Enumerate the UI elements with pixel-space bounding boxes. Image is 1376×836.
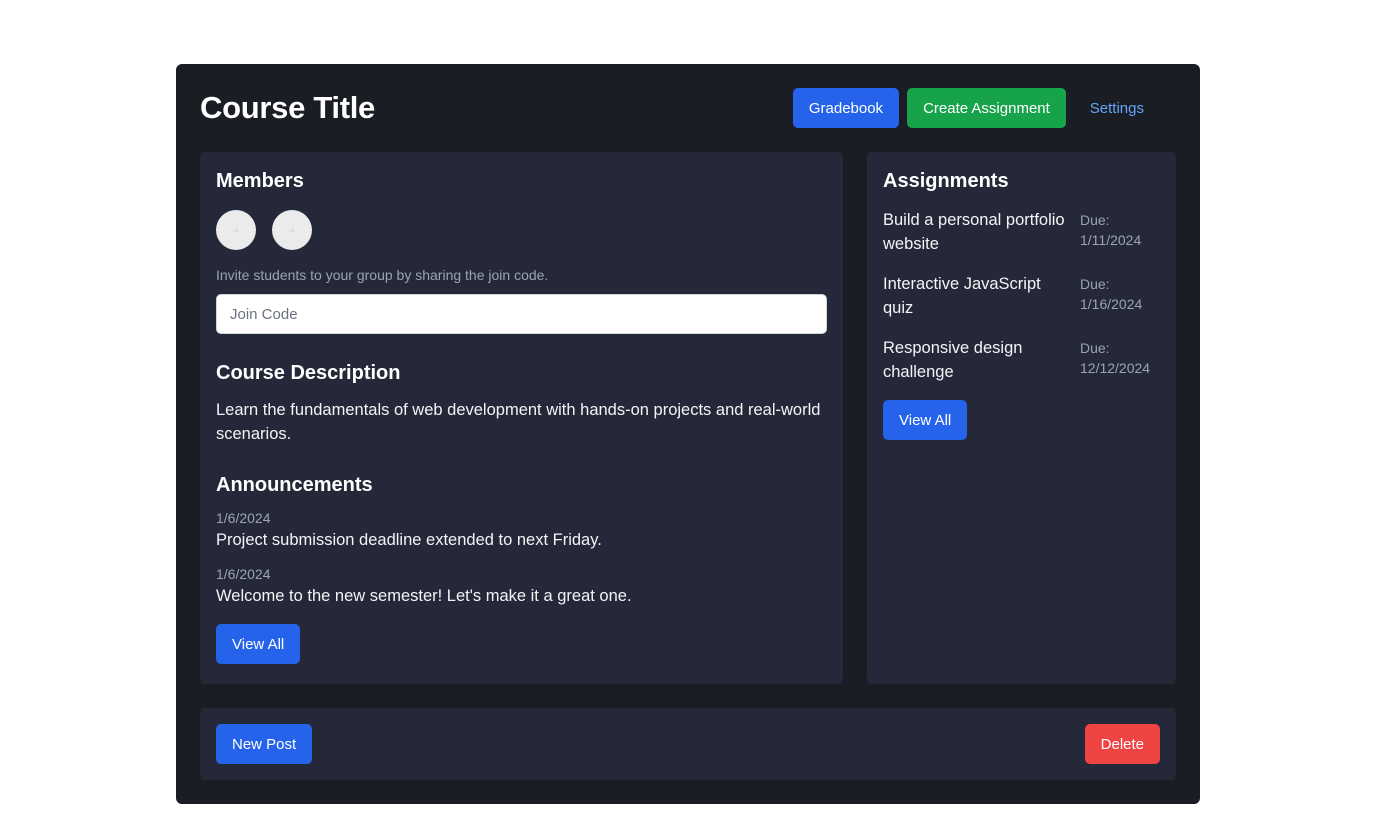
avatar-placeholder-icon (290, 228, 294, 232)
due-date: 1/11/2024 (1080, 232, 1142, 248)
page-title: Course Title (200, 90, 375, 125)
member-avatars (216, 210, 827, 250)
join-code-input[interactable] (216, 294, 827, 334)
avatar[interactable] (272, 210, 312, 250)
settings-link[interactable]: Settings (1074, 88, 1160, 128)
announcement-text: Welcome to the new semester! Let's make … (216, 587, 632, 605)
members-title: Members (216, 170, 304, 192)
assignments-title: Assignments (883, 170, 1009, 192)
header-actions: Gradebook Create Assignment Settings (792, 88, 1160, 128)
due-label: Due: (1080, 276, 1110, 292)
assignment-title[interactable]: Responsive design challenge (883, 336, 1075, 384)
announcement-item: 1/6/2024 Project submission deadline ext… (216, 508, 827, 552)
course-footer: New Post Delete (200, 708, 1176, 780)
assignment-due: Due: 1/11/2024 (1080, 210, 1160, 256)
new-post-button[interactable]: New Post (216, 724, 313, 764)
invite-hint: Invite students to your group by sharing… (216, 267, 549, 283)
announcement-date: 1/6/2024 (216, 566, 271, 582)
avatar[interactable] (216, 210, 256, 250)
create-assignment-button[interactable]: Create Assignment (907, 88, 1066, 128)
course-header: Course Title Gradebook Create Assignment… (200, 88, 1160, 128)
course-description-title: Course Description (216, 362, 401, 384)
due-date: 1/16/2024 (1080, 296, 1143, 312)
announcements-title: Announcements (216, 474, 373, 496)
avatar-placeholder-icon (234, 228, 238, 232)
due-label: Due: (1080, 212, 1110, 228)
announcement-date: 1/6/2024 (216, 510, 271, 526)
assignment-item[interactable]: Build a personal portfolio website Due: … (883, 208, 1160, 256)
assignment-title[interactable]: Build a personal portfolio website (883, 208, 1075, 256)
course-window: Course Title Gradebook Create Assignment… (176, 64, 1200, 804)
assignments-panel: Assignments Build a personal portfolio w… (867, 152, 1176, 684)
course-description-text: Learn the fundamentals of web developmen… (216, 401, 821, 443)
assignment-title[interactable]: Interactive JavaScript quiz (883, 272, 1075, 320)
due-date: 12/12/2024 (1080, 360, 1151, 376)
assignment-due: Due: 1/16/2024 (1080, 274, 1160, 320)
announcements-list: 1/6/2024 Project submission deadline ext… (216, 508, 827, 608)
gradebook-button[interactable]: Gradebook (792, 88, 900, 128)
delete-button[interactable]: Delete (1084, 724, 1160, 764)
assignments-view-all-button[interactable]: View All (883, 400, 968, 440)
due-label: Due: (1080, 340, 1110, 356)
course-main-panel: Members Invite students to your group by… (200, 152, 843, 684)
announcement-item: 1/6/2024 Welcome to the new semester! Le… (216, 564, 827, 608)
assignment-due: Due: 12/12/2024 (1080, 338, 1160, 384)
announcements-view-all-button[interactable]: View All (216, 624, 301, 664)
announcement-text: Project submission deadline extended to … (216, 531, 602, 549)
assignment-item[interactable]: Responsive design challenge Due: 12/12/2… (883, 336, 1160, 384)
assignment-item[interactable]: Interactive JavaScript quiz Due: 1/16/20… (883, 272, 1160, 320)
assignments-list: Build a personal portfolio website Due: … (883, 208, 1160, 384)
